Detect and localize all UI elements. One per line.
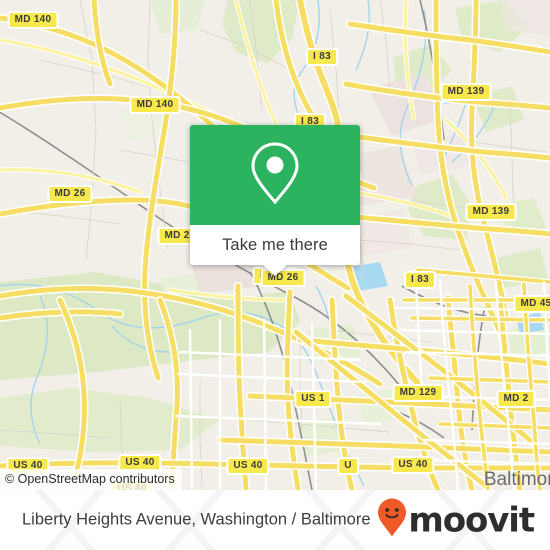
osm-attribution[interactable]: © OpenStreetMap contributors [0, 469, 182, 490]
map-pin-icon [249, 140, 301, 211]
location-title: Liberty Heights Avenue, Washington / Bal… [22, 510, 371, 529]
map-place-label-baltimore: Baltimore [483, 469, 550, 490]
road-shield: MD 139 [465, 203, 517, 221]
road-shield: MD 139 [440, 83, 492, 101]
road-shield: MD 26 [47, 185, 93, 203]
road-shield: MD 140 [7, 11, 59, 29]
road-shield: MD 2 [496, 390, 536, 408]
road-shield: I 83 [404, 271, 436, 289]
screenshot-root: .rd1{stroke:#f6dd63;stroke-linecap:round… [0, 0, 550, 550]
take-me-there-label: Take me there [222, 235, 328, 254]
road-shield: U [337, 457, 359, 475]
card-pin-area [190, 125, 360, 225]
road-shield: I 83 [306, 48, 338, 66]
road-shield: US 40 [391, 456, 435, 474]
road-shield: US 40 [226, 457, 270, 475]
take-me-there-button[interactable]: Take me there [190, 225, 360, 276]
road-shield: MD 45 [513, 295, 550, 313]
moovit-logo[interactable]: moovit [377, 498, 535, 543]
moovit-wordmark: moovit [408, 500, 535, 540]
footer-bar: Liberty Heights Avenue, Washington / Bal… [0, 490, 550, 550]
road-shield: US 1 [294, 390, 332, 408]
card-pointer-tail [262, 264, 288, 276]
take-me-there-card[interactable]: Take me there [190, 125, 360, 276]
road-shield: MD 129 [392, 384, 444, 402]
road-shield: MD 140 [129, 96, 181, 114]
moovit-smiley-pin-icon [377, 498, 407, 543]
